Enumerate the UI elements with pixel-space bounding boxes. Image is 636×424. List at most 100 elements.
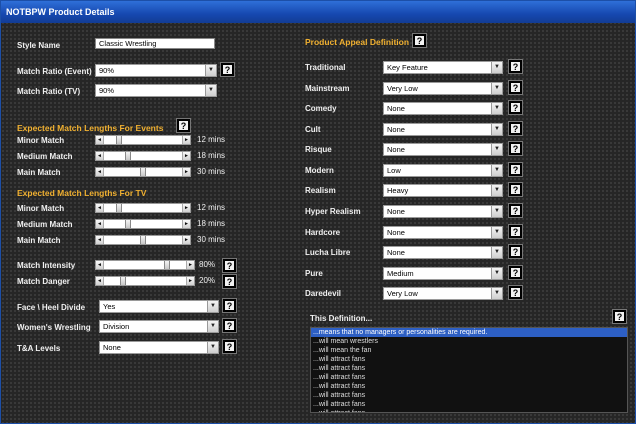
list-item[interactable]: ...will attract fans xyxy=(311,400,627,409)
list-item[interactable]: ...means that no managers or personaliti… xyxy=(311,328,627,337)
event-main-slider[interactable]: ◄ ► xyxy=(95,167,191,177)
match-intensity-slider[interactable]: ◄ ► xyxy=(95,260,195,270)
help-icon[interactable]: ? xyxy=(222,298,237,313)
chevron-down-icon[interactable]: ▼ xyxy=(491,165,502,176)
chevron-down-icon[interactable]: ▼ xyxy=(491,206,502,217)
arrow-right-icon[interactable]: ► xyxy=(182,136,190,144)
chevron-down-icon[interactable]: ▼ xyxy=(207,321,218,332)
match-ratio-event-select[interactable]: 90% ▼ xyxy=(95,64,217,77)
help-icon[interactable]: ? xyxy=(220,62,235,77)
arrow-right-icon[interactable]: ► xyxy=(186,277,194,285)
tv-main-slider[interactable]: ◄ ► xyxy=(95,235,191,245)
chevron-down-icon[interactable]: ▼ xyxy=(205,65,216,76)
slider-thumb[interactable] xyxy=(115,136,122,144)
help-icon[interactable]: ? xyxy=(508,285,523,300)
ta-levels-select[interactable]: None ▼ xyxy=(99,341,219,354)
appeal-select[interactable]: Key Feature ▼ xyxy=(383,61,503,74)
arrow-left-icon[interactable]: ◄ xyxy=(96,236,104,244)
chevron-down-icon[interactable]: ▼ xyxy=(491,144,502,155)
list-item[interactable]: ...will attract fans xyxy=(311,373,627,382)
arrow-left-icon[interactable]: ◄ xyxy=(96,220,104,228)
appeal-select[interactable]: None ▼ xyxy=(383,123,503,136)
list-item[interactable]: ...will attract fans xyxy=(311,355,627,364)
chevron-down-icon[interactable]: ▼ xyxy=(491,268,502,279)
help-icon[interactable]: ? xyxy=(412,33,427,48)
definition-list[interactable]: ...means that no managers or personaliti… xyxy=(310,327,628,413)
chevron-down-icon[interactable]: ▼ xyxy=(205,85,216,96)
help-icon[interactable]: ? xyxy=(222,318,237,333)
arrow-right-icon[interactable]: ► xyxy=(182,204,190,212)
appeal-select[interactable]: Heavy ▼ xyxy=(383,184,503,197)
appeal-select[interactable]: None ▼ xyxy=(383,246,503,259)
appeal-select[interactable]: None ▼ xyxy=(383,102,503,115)
help-icon[interactable]: ? xyxy=(508,162,523,177)
arrow-left-icon[interactable]: ◄ xyxy=(96,204,104,212)
chevron-down-icon[interactable]: ▼ xyxy=(491,83,502,94)
chevron-down-icon[interactable]: ▼ xyxy=(491,185,502,196)
arrow-right-icon[interactable]: ► xyxy=(182,220,190,228)
arrow-left-icon[interactable]: ◄ xyxy=(96,261,104,269)
help-icon[interactable]: ? xyxy=(508,203,523,218)
arrow-left-icon[interactable]: ◄ xyxy=(96,152,104,160)
help-icon[interactable]: ? xyxy=(508,244,523,259)
help-icon[interactable]: ? xyxy=(508,141,523,156)
help-icon[interactable]: ? xyxy=(508,100,523,115)
arrow-left-icon[interactable]: ◄ xyxy=(96,136,104,144)
chevron-down-icon[interactable]: ▼ xyxy=(491,227,502,238)
slider-thumb[interactable] xyxy=(119,277,126,285)
chevron-down-icon[interactable]: ▼ xyxy=(491,124,502,135)
help-icon[interactable]: ? xyxy=(612,309,627,324)
list-item[interactable]: ...will mean wrestlers xyxy=(311,337,627,346)
help-icon[interactable]: ? xyxy=(508,265,523,280)
tv-minor-slider[interactable]: ◄ ► xyxy=(95,203,191,213)
arrow-right-icon[interactable]: ► xyxy=(182,236,190,244)
slider-thumb[interactable] xyxy=(115,204,122,212)
match-ratio-tv-select[interactable]: 90% ▼ xyxy=(95,84,217,97)
help-icon[interactable]: ? xyxy=(176,118,191,133)
arrow-right-icon[interactable]: ► xyxy=(182,168,190,176)
list-item[interactable]: ...will mean the fan xyxy=(311,346,627,355)
help-icon[interactable]: ? xyxy=(508,121,523,136)
list-item[interactable]: ...will attract fans xyxy=(311,391,627,400)
chevron-down-icon[interactable]: ▼ xyxy=(207,301,218,312)
match-danger-slider[interactable]: ◄ ► xyxy=(95,276,195,286)
womens-wrestling-select[interactable]: Division ▼ xyxy=(99,320,219,333)
list-item[interactable]: ...will attract fans xyxy=(311,382,627,391)
chevron-down-icon[interactable]: ▼ xyxy=(491,103,502,114)
appeal-select[interactable]: Very Low ▼ xyxy=(383,82,503,95)
appeal-select[interactable]: None ▼ xyxy=(383,205,503,218)
arrow-right-icon[interactable]: ► xyxy=(182,152,190,160)
chevron-down-icon[interactable]: ▼ xyxy=(491,247,502,258)
appeal-select[interactable]: Low ▼ xyxy=(383,164,503,177)
appeal-select[interactable]: Medium ▼ xyxy=(383,267,503,280)
slider-thumb[interactable] xyxy=(124,152,131,160)
style-name-input[interactable]: Classic Wrestling xyxy=(95,38,215,49)
tv-medium-slider[interactable]: ◄ ► xyxy=(95,219,191,229)
slider-thumb[interactable] xyxy=(140,236,146,244)
appeal-select[interactable]: Very Low ▼ xyxy=(383,287,503,300)
appeal-select[interactable]: None ▼ xyxy=(383,143,503,156)
chevron-down-icon[interactable]: ▼ xyxy=(491,62,502,73)
help-icon[interactable]: ? xyxy=(508,182,523,197)
arrow-left-icon[interactable]: ◄ xyxy=(96,277,104,285)
event-minor-slider[interactable]: ◄ ► xyxy=(95,135,191,145)
slider-thumb[interactable] xyxy=(124,220,131,228)
tv-row-label: Minor Match xyxy=(17,204,65,213)
chevron-down-icon[interactable]: ▼ xyxy=(207,342,218,353)
appeal-select[interactable]: None ▼ xyxy=(383,226,503,239)
chevron-down-icon[interactable]: ▼ xyxy=(491,288,502,299)
event-medium-slider[interactable]: ◄ ► xyxy=(95,151,191,161)
slider-thumb[interactable] xyxy=(140,168,146,176)
help-icon[interactable]: ? xyxy=(508,224,523,239)
face-heel-select[interactable]: Yes ▼ xyxy=(99,300,219,313)
help-icon[interactable]: ? xyxy=(222,339,237,354)
help-icon[interactable]: ? xyxy=(508,59,523,74)
help-icon[interactable]: ? xyxy=(222,258,237,273)
help-icon[interactable]: ? xyxy=(508,80,523,95)
help-icon[interactable]: ? xyxy=(222,274,237,289)
arrow-right-icon[interactable]: ► xyxy=(186,261,194,269)
list-item[interactable]: ...will attract fans xyxy=(311,409,627,412)
arrow-left-icon[interactable]: ◄ xyxy=(96,168,104,176)
slider-thumb[interactable] xyxy=(164,261,171,269)
list-item[interactable]: ...will attract fans xyxy=(311,364,627,373)
